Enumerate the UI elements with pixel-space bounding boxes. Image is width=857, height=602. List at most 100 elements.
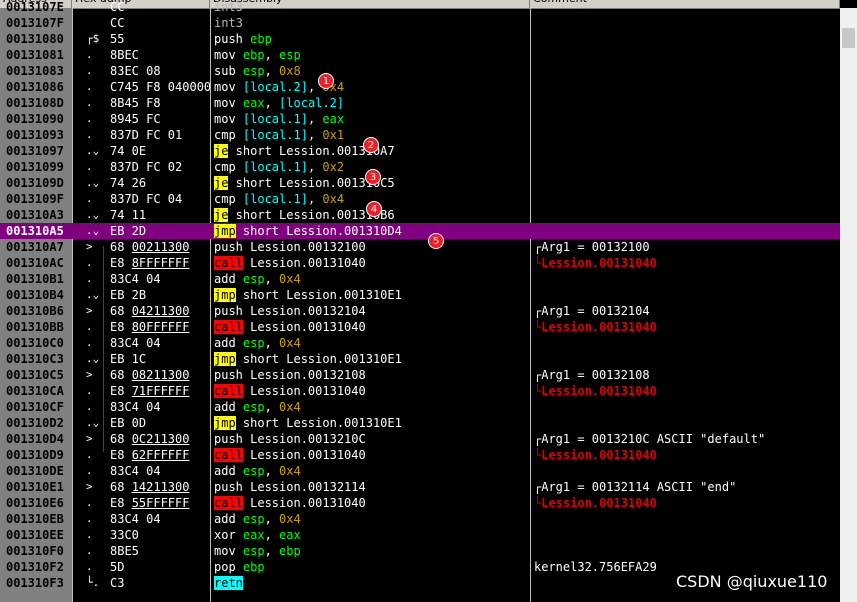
disasm-token: Lession.00131040 (242, 384, 366, 398)
row-disassembly: sub esp, 0x8 (214, 63, 301, 79)
disasm-token: [local.1] (242, 128, 308, 142)
instruction-row[interactable]: 0013107E CC int3 (0, 0, 840, 15)
disasm-token: jmp (214, 224, 236, 238)
instruction-row[interactable]: 001310EE. 33C0 xor eax, eax (0, 527, 840, 543)
instruction-row[interactable]: 001310C0. 83C4 04 add esp, 0x4 (0, 335, 840, 351)
disasm-token: esp (242, 336, 265, 350)
instruction-row[interactable]: 001310F0. 8BE5 mov esp, ebp (0, 543, 840, 559)
instruction-row[interactable]: 001310D4 >68 0C211300 push Lession.0013210… (0, 431, 840, 447)
row-flow-symbol: .⌄ (86, 288, 100, 301)
row-hex: 83EC 08 (110, 64, 161, 78)
instruction-row[interactable]: 00131083. 83EC 08 sub esp, 0x8 (0, 63, 840, 79)
row-disassembly: add esp, 0x4 (214, 463, 301, 479)
row-address: 001310F3 (6, 576, 64, 590)
row-flow-symbol: .⌄ (86, 416, 100, 429)
disasm-token: ebp (279, 544, 301, 558)
disasm-token: esp (242, 400, 265, 414)
row-hex: 83C4 04 (110, 400, 161, 414)
scrollbar-thumb[interactable] (842, 28, 855, 48)
row-hex: E8 62FFFFFF (110, 448, 190, 462)
row-hex: 83C4 04 (110, 512, 161, 526)
instruction-row[interactable]: 00131093. 837D FC 01 cmp [local.1], 0x1 (0, 127, 840, 143)
disasm-token: eax (242, 528, 265, 542)
row-address: 001310C5 (6, 368, 64, 382)
row-disassembly: retn (214, 575, 243, 591)
row-address: 0013107E (6, 0, 64, 14)
row-disassembly: mov [local.1], eax (214, 111, 344, 127)
disasm-token: add (214, 336, 243, 350)
instruction-row[interactable]: 001310A7 >68 00211300 push Lession.0013210… (0, 239, 840, 255)
disasm-token: mov (214, 544, 243, 558)
row-hex: 8B45 F8 (110, 96, 161, 110)
instruction-row[interactable]: 001310B1. 83C4 04 add esp, 0x4 (0, 271, 840, 287)
instruction-row[interactable]: 001310CA. E8 71FFFFFF call Lession.0013104… (0, 383, 840, 399)
disasm-token: Lession.00131040 (242, 256, 366, 270)
row-address: 001310C0 (6, 336, 64, 350)
disasm-token: 0x2 (322, 160, 345, 174)
instruction-row[interactable]: 00131097 .⌄ 74 0E je short Lession.001310A7 (0, 143, 840, 159)
row-disassembly: add esp, 0x4 (214, 335, 301, 351)
instruction-row[interactable]: 001310EB. 83C4 04 add esp, 0x4 (0, 511, 840, 527)
row-disassembly: mov ebp, esp (214, 47, 301, 63)
row-address: 001310C3 (6, 352, 64, 366)
row-address: 00131086 (6, 80, 64, 94)
row-address: 001310A5 (6, 224, 64, 238)
instruction-row[interactable]: 001310CF. 83C4 04 add esp, 0x4 (0, 399, 840, 415)
row-flow-symbol: . (86, 64, 93, 77)
instruction-row[interactable]: 001310A3 .⌄ 74 11 je short Lession.001310B6 (0, 207, 840, 223)
row-address: 001310EB (6, 512, 64, 526)
disasm-token: retn (214, 576, 243, 590)
disasm-token: je (214, 176, 229, 190)
row-address: 0013109D (6, 176, 64, 190)
row-address: 00131083 (6, 64, 64, 78)
row-hex: 83C4 04 (110, 272, 161, 286)
disasm-token: short Lession.001310E1 (235, 288, 402, 302)
disasm-token: [local.1] (242, 112, 308, 126)
disasm-token: call (214, 256, 243, 270)
instruction-row[interactable]: 001310E6. E8 55FFFFFF call Lession.0013104… (0, 495, 840, 511)
row-flow-symbol: > (86, 368, 93, 381)
row-address: 001310B4 (6, 288, 64, 302)
instruction-row[interactable]: 001310D2 .⌄ EB 0D jmp short Lession.001310E… (0, 415, 840, 431)
instruction-row[interactable]: 00131099. 837D FC 02 cmp [local.1], 0x2 (0, 159, 840, 175)
disasm-token: [local.1] (242, 160, 308, 174)
disasm-token: push Lession.0013210C (214, 432, 366, 446)
disasm-token: call (214, 448, 243, 462)
instruction-row[interactable]: 001310C5 >68 08211300 push Lession.0013210… (0, 367, 840, 383)
instruction-row[interactable]: 00131080 ┌$ 55 push ebp (0, 31, 840, 47)
instruction-row[interactable]: 001310BB. E8 80FFFFFF call Lession.0013104… (0, 319, 840, 335)
row-hex: EB 2B (110, 288, 147, 302)
instruction-row[interactable]: 001310B4 .⌄ EB 2B jmp short Lession.001310E… (0, 287, 840, 303)
instruction-row[interactable]: 00131081. 8BEC mov ebp, esp (0, 47, 840, 63)
instruction-row[interactable]: 001310D9. E8 62FFFFFF call Lession.0013104… (0, 447, 840, 463)
row-flow-symbol: . (86, 496, 93, 509)
disasm-token: esp (242, 512, 265, 526)
instruction-row[interactable]: 0013108D. 8B45 F8 mov eax, [local.2] (0, 95, 840, 111)
disasm-token: je (214, 144, 229, 158)
instruction-row[interactable]: 001310A5 .⌄ EB 2D jmp short Lession.001310D… (0, 223, 840, 239)
instruction-row[interactable]: 0013107F CC int3 (0, 15, 840, 31)
row-comment: ┌Arg1 = 00132104 (534, 304, 650, 318)
row-flow-symbol: . (86, 544, 93, 557)
instruction-row[interactable]: 00131086.C745 F8 04000000mov [local.2], … (0, 79, 840, 95)
row-disassembly: xor eax, eax (214, 527, 301, 543)
instruction-row[interactable]: 0013109F. 837D FC 04 cmp [local.1], 0x4 (0, 191, 840, 207)
disasm-token: [local.1] (242, 192, 308, 206)
vertical-scrollbar[interactable] (840, 8, 857, 602)
row-comment: ┌Arg1 = 00132108 (534, 368, 650, 382)
instruction-row[interactable]: 001310DE. 83C4 04 add esp, 0x4 (0, 463, 840, 479)
row-comment: kernel32.756EFA29 (534, 560, 657, 574)
instruction-row[interactable]: 001310E1 >68 14211300 push Lession.0013211… (0, 479, 840, 495)
disasm-token: 0x4 (279, 464, 301, 478)
row-disassembly: cmp [local.1], 0x4 (214, 191, 344, 207)
instruction-row[interactable]: 001310AC. E8 8FFFFFFF call Lession.0013104… (0, 255, 840, 271)
instruction-row[interactable]: 001310C3 .⌄ EB 1C jmp short Lession.001310E… (0, 351, 840, 367)
instruction-row[interactable]: 0013109D .⌄ 74 26 je short Lession.001310C5 (0, 175, 840, 191)
disasm-token: ebp (250, 32, 272, 46)
instruction-row[interactable]: 001310B6 >68 04211300 push Lession.0013210… (0, 303, 840, 319)
row-hex: 74 0E (110, 144, 147, 158)
row-disassembly: call Lession.00131040 (214, 447, 366, 463)
instruction-row[interactable]: 00131090. 8945 FC mov [local.1], eax (0, 111, 840, 127)
row-flow-symbol: . (86, 96, 93, 109)
row-hex: E8 55FFFFFF (110, 496, 190, 510)
